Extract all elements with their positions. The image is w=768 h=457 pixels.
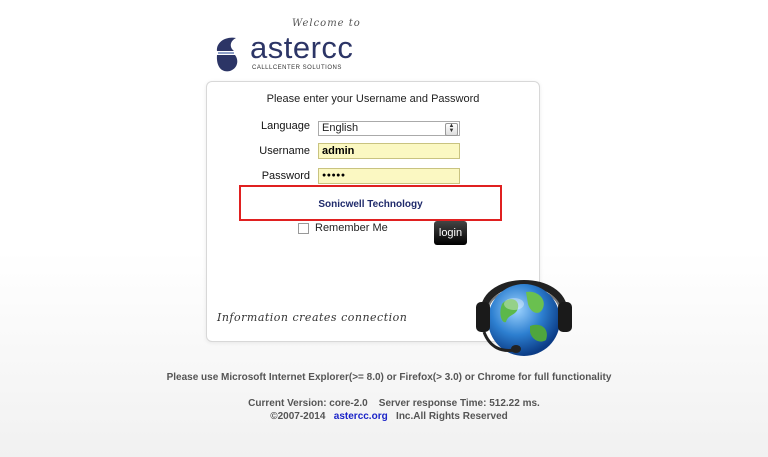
server-response-time: Server response Time: 512.22 ms. xyxy=(378,398,540,409)
password-input[interactable]: ●●●●● xyxy=(318,168,460,184)
current-version: Current Version: core-2.0 xyxy=(248,398,368,409)
astercc-logo-icon xyxy=(216,37,238,72)
copyright-years: ©2007-2014 xyxy=(270,411,326,422)
astercc-link[interactable]: astercc.org xyxy=(334,411,388,422)
password-label: Password xyxy=(261,170,310,182)
welcome-text: Welcome to xyxy=(292,18,361,29)
username-label: Username xyxy=(259,145,310,157)
username-input[interactable]: admin xyxy=(318,143,460,159)
remember-me-checkbox[interactable] xyxy=(298,223,309,234)
browser-requirement-note: Please use Microsoft Internet Explorer(>… xyxy=(166,372,612,383)
company-highlight-box: Sonicwell Technology xyxy=(239,185,502,221)
dropdown-arrow-icon[interactable]: ▲ ▼ xyxy=(445,123,458,136)
company-name: Sonicwell Technology xyxy=(318,199,423,210)
login-button[interactable]: login xyxy=(434,221,467,245)
login-instructions: Please enter your Username and Password xyxy=(266,93,480,105)
language-label: Language xyxy=(261,120,310,132)
globe-headset-icon xyxy=(476,280,572,356)
brand-tagline: CALLLCENTER SOLUTIONS xyxy=(252,65,342,71)
language-selected-value: English xyxy=(322,122,359,134)
brand-name: astercc xyxy=(250,30,354,65)
copyright-rights: Inc.All Rights Reserved xyxy=(396,411,508,422)
language-select[interactable]: English ▲ ▼ xyxy=(318,121,460,136)
remember-me-label[interactable]: Remember Me xyxy=(315,222,388,234)
version-info: Current Version: core-2.0 Server respons… xyxy=(0,398,768,409)
slogan: Information creates connection xyxy=(217,311,408,324)
copyright: ©2007-2014 astercc.org Inc.All Rights Re… xyxy=(0,411,768,422)
